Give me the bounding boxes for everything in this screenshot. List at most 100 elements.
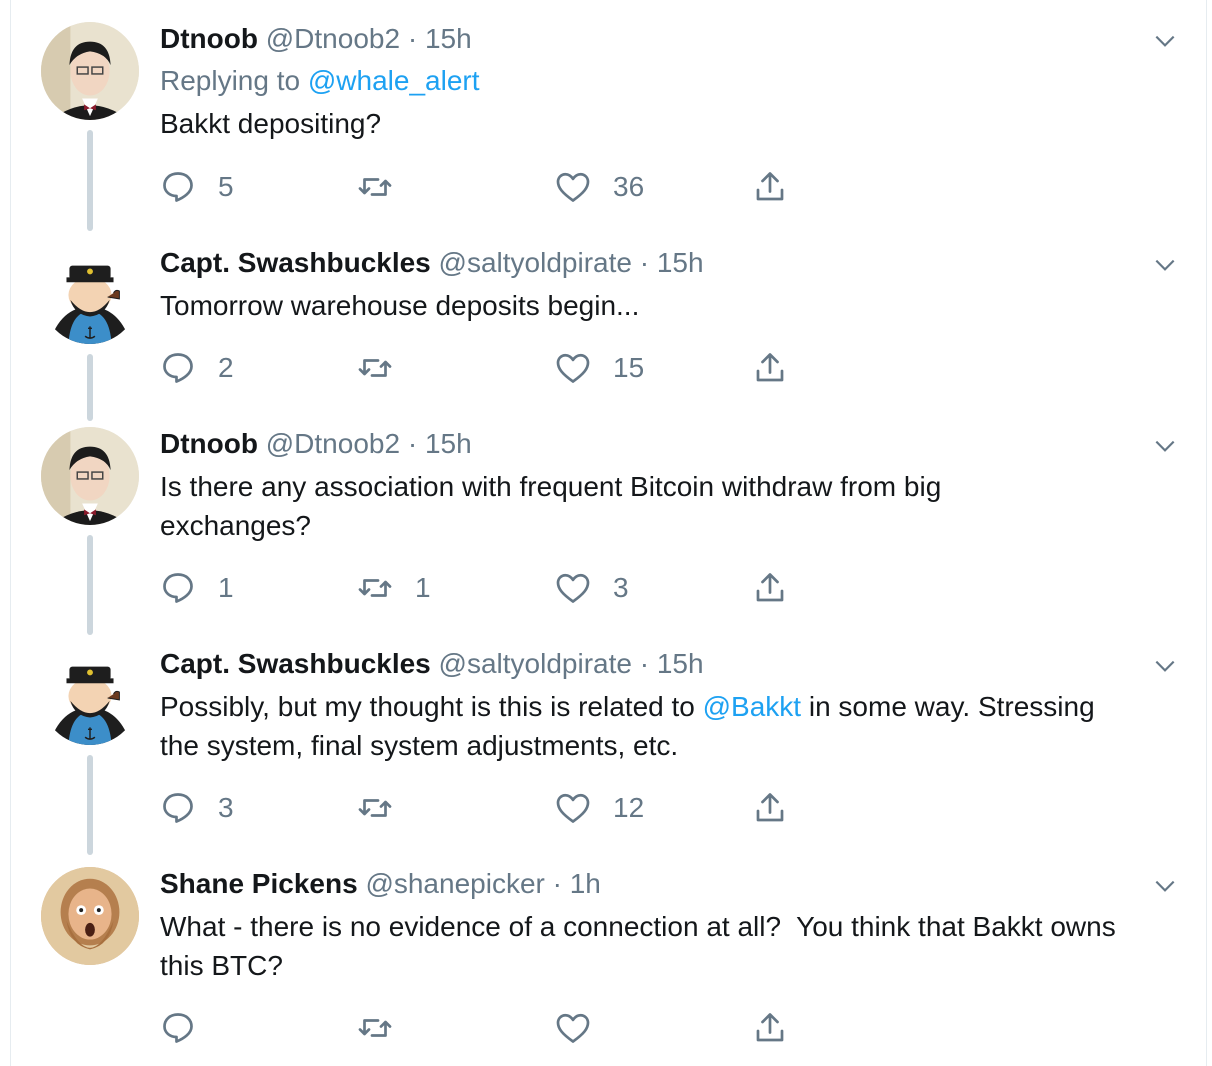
reply-count: 5 bbox=[218, 171, 234, 202]
display-name[interactable]: Dtnoob bbox=[160, 428, 258, 459]
like-button[interactable]: 36 bbox=[555, 167, 644, 207]
timestamp[interactable]: 15h bbox=[425, 428, 472, 459]
timestamp[interactable]: 15h bbox=[425, 23, 472, 54]
avatar[interactable] bbox=[41, 246, 139, 344]
like-count: 12 bbox=[613, 792, 645, 823]
retweet-button[interactable] bbox=[357, 167, 415, 207]
thread-line bbox=[87, 130, 93, 231]
share-button[interactable] bbox=[752, 1008, 788, 1048]
replying-to-label: Replying to bbox=[160, 65, 301, 96]
reply-count: 3 bbox=[218, 792, 234, 823]
chevron-down-icon[interactable] bbox=[1152, 28, 1178, 54]
tweet[interactable]: Dtnoob @Dtnoob2 · 15h Is there any assoc… bbox=[11, 405, 1208, 635]
chevron-down-icon[interactable] bbox=[1152, 653, 1178, 679]
chevron-down-icon[interactable] bbox=[1152, 873, 1178, 899]
tweet-text: Possibly, but my thought is this is rela… bbox=[160, 687, 1178, 765]
tweet-text-line: Is there any association with frequent B… bbox=[160, 471, 942, 502]
tweet-text-line: the system, final system adjustments, et… bbox=[160, 730, 679, 761]
tweet-header: Dtnoob @Dtnoob2 · 15h bbox=[160, 427, 1178, 461]
share-button[interactable] bbox=[752, 788, 788, 828]
reply-button[interactable]: 3 bbox=[160, 788, 234, 828]
retweet-count: 1 bbox=[415, 572, 431, 603]
heart-icon bbox=[556, 573, 590, 603]
timestamp[interactable]: 15h bbox=[657, 247, 704, 278]
username[interactable]: @Dtnoob2 bbox=[266, 428, 400, 459]
avatar[interactable] bbox=[41, 22, 139, 120]
avatar[interactable] bbox=[41, 647, 139, 745]
retweet-icon bbox=[358, 178, 392, 196]
thread-line bbox=[87, 535, 93, 635]
username[interactable]: @shanepicker bbox=[365, 868, 544, 899]
share-icon bbox=[756, 793, 784, 822]
reply-icon bbox=[163, 172, 193, 202]
reply-button[interactable]: 5 bbox=[160, 167, 234, 207]
like-button[interactable]: 15 bbox=[555, 348, 644, 388]
tweet[interactable]: Capt. Swashbuckles @saltyoldpirate · 15h… bbox=[11, 224, 1208, 421]
reply-button[interactable] bbox=[160, 1008, 218, 1048]
avatar[interactable] bbox=[41, 867, 139, 965]
like-button[interactable]: 12 bbox=[555, 788, 644, 828]
heart-icon bbox=[556, 353, 590, 383]
username[interactable]: @Dtnoob2 bbox=[266, 23, 400, 54]
heart-icon bbox=[556, 793, 590, 823]
mention-link[interactable]: @whale_alert bbox=[308, 65, 480, 96]
separator: · bbox=[639, 648, 650, 679]
tweet[interactable]: Capt. Swashbuckles @saltyoldpirate · 15h… bbox=[11, 625, 1208, 855]
username[interactable]: @saltyoldpirate bbox=[439, 247, 632, 278]
like-count: 3 bbox=[613, 572, 629, 603]
tweet-text-line: Possibly, but my thought is this is rela… bbox=[160, 687, 1178, 726]
username[interactable]: @saltyoldpirate bbox=[439, 648, 632, 679]
mention-link[interactable]: @Bakkt bbox=[703, 691, 801, 722]
tweet-header: Shane Pickens @shanepicker · 1h bbox=[160, 867, 1178, 901]
retweet-button[interactable] bbox=[357, 788, 415, 828]
chevron-down-icon[interactable] bbox=[1152, 252, 1178, 278]
tweet-text-line: What - there is no evidence of a connect… bbox=[160, 911, 1116, 942]
retweet-button[interactable]: 1 bbox=[357, 568, 431, 608]
avatar[interactable] bbox=[41, 427, 139, 525]
tweet-text: What - there is no evidence of a connect… bbox=[160, 907, 1178, 985]
share-button[interactable] bbox=[752, 568, 788, 608]
chevron-down-icon[interactable] bbox=[1152, 433, 1178, 459]
separator: · bbox=[552, 868, 562, 899]
timeline: Dtnoob @Dtnoob2 · 15h Replying to @whale… bbox=[10, 0, 1207, 1066]
display-name[interactable]: Dtnoob bbox=[160, 23, 258, 54]
tweet-text: Is there any association with frequent B… bbox=[160, 467, 1178, 545]
reply-button[interactable]: 2 bbox=[160, 348, 234, 388]
tweet-text-segment: in some way. Stressing bbox=[801, 691, 1095, 722]
display-name[interactable]: Capt. Swashbuckles bbox=[160, 648, 431, 679]
retweet-icon bbox=[358, 799, 392, 817]
like-button[interactable] bbox=[555, 1008, 613, 1048]
reply-button[interactable]: 1 bbox=[160, 568, 234, 608]
display-name[interactable]: Capt. Swashbuckles bbox=[160, 247, 431, 278]
like-button[interactable]: 3 bbox=[555, 568, 629, 608]
retweet-icon bbox=[358, 579, 392, 597]
retweet-icon bbox=[358, 1019, 392, 1037]
reply-icon bbox=[163, 1013, 193, 1043]
heart-icon bbox=[556, 1013, 590, 1043]
share-icon bbox=[756, 1013, 784, 1042]
replying-to: Replying to @whale_alert bbox=[160, 64, 1178, 98]
like-count: 15 bbox=[613, 352, 645, 383]
reply-count: 2 bbox=[218, 352, 234, 383]
tweet-text: Tomorrow warehouse deposits begin... bbox=[160, 290, 640, 321]
timestamp[interactable]: 15h bbox=[657, 648, 704, 679]
share-button[interactable] bbox=[752, 348, 788, 388]
tweet-actions: 5 36 bbox=[160, 167, 860, 207]
timestamp[interactable]: 1h bbox=[570, 868, 601, 899]
tweet-header: Dtnoob @Dtnoob2 · 15h bbox=[160, 22, 1178, 56]
tweet-actions: 2 15 bbox=[160, 348, 860, 388]
tweet[interactable]: Shane Pickens @shanepicker · 1h What - t… bbox=[11, 845, 1208, 1066]
retweet-button[interactable] bbox=[357, 1008, 415, 1048]
heart-icon bbox=[556, 172, 590, 202]
tweet[interactable]: Dtnoob @Dtnoob2 · 15h Replying to @whale… bbox=[11, 0, 1208, 231]
tweet-header: Capt. Swashbuckles @saltyoldpirate · 15h bbox=[160, 647, 1178, 681]
retweet-icon bbox=[358, 359, 392, 377]
share-button[interactable] bbox=[752, 167, 788, 207]
retweet-button[interactable] bbox=[357, 348, 415, 388]
display-name[interactable]: Shane Pickens bbox=[160, 868, 358, 899]
like-count: 36 bbox=[613, 171, 645, 202]
tweet-text-line: this BTC? bbox=[160, 950, 283, 981]
tweet-text-segment: Possibly, but my thought is this is rela… bbox=[160, 691, 703, 722]
share-icon bbox=[756, 353, 784, 382]
thread-line bbox=[87, 755, 93, 855]
